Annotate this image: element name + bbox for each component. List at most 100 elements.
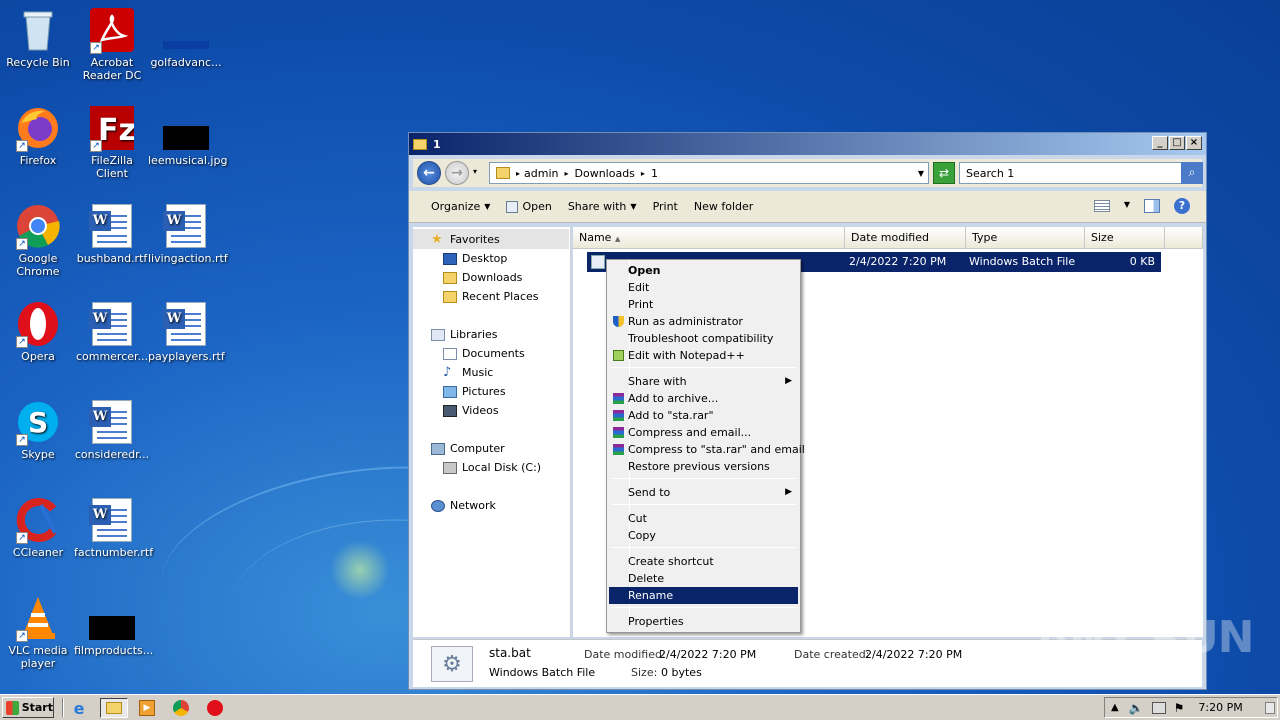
desktop-icon-skype[interactable]: S ↗ Skype (0, 398, 76, 461)
desktop-icon-label: golfadvanc... (150, 56, 222, 69)
breadcrumb-downloads[interactable]: Downloads (575, 167, 635, 180)
menu-item-add-to-rar[interactable]: Add to "sta.rar" (609, 407, 798, 424)
action-center-flag-icon[interactable]: ⚑ (1174, 701, 1185, 715)
menu-item-properties[interactable]: Properties (609, 613, 798, 630)
menu-item-compress-email[interactable]: Compress and email... (609, 424, 798, 441)
desktop-icon-acrobat[interactable]: ↗ Acrobat Reader DC (74, 6, 150, 82)
view-options-icon[interactable] (1094, 200, 1110, 212)
menu-item-print[interactable]: Print (609, 296, 798, 313)
nav-recent-places[interactable]: Recent Places (443, 290, 539, 303)
volume-icon[interactable]: 🔈 (1129, 701, 1144, 715)
desktop-icon-recycle-bin[interactable]: Recycle Bin (0, 6, 76, 69)
open-button[interactable]: Open (498, 200, 559, 213)
recent-pages-chevron-icon[interactable]: ▾ (473, 167, 477, 176)
menu-item-create-shortcut[interactable]: Create shortcut (609, 553, 798, 570)
network-tray-icon[interactable] (1151, 701, 1166, 714)
column-date[interactable]: Date modified (845, 227, 966, 249)
desktop-icon-leemusical[interactable]: leemusical.jpg (148, 104, 227, 167)
help-icon[interactable]: ? (1174, 198, 1190, 214)
explorer-window[interactable]: 1 _ □ × ← → ▾ ▸ admin ▸ Downloads ▸ 1 ▼ … (408, 132, 1207, 690)
chevron-right-icon[interactable]: ▸ (641, 169, 645, 178)
menu-item-cut[interactable]: Cut (609, 510, 798, 527)
minimize-button[interactable]: _ (1152, 136, 1168, 150)
chevron-down-icon[interactable]: ▼ (1124, 200, 1130, 209)
show-desktop-button[interactable] (1265, 702, 1275, 714)
menu-item-edit[interactable]: Edit (609, 279, 798, 296)
column-name[interactable]: Name ▲ (573, 227, 845, 249)
column-size[interactable]: Size (1085, 227, 1165, 249)
desktop-icon-opera[interactable]: ↗ Opera (0, 300, 76, 363)
search-input[interactable]: Search 1 ⌕ (959, 162, 1203, 184)
address-dropdown-icon[interactable]: ▼ (918, 169, 924, 178)
menu-item-share-with[interactable]: Share with ▶ (609, 373, 798, 390)
desktop-icon-filmproducts[interactable]: filmproducts... (74, 594, 153, 657)
desktop-icon-bushband[interactable]: W bushband.rtf (74, 202, 150, 265)
nav-desktop[interactable]: Desktop (443, 252, 507, 265)
nav-favorites[interactable]: ★ Favorites (431, 233, 500, 247)
start-button[interactable]: Start (2, 697, 54, 718)
nav-computer[interactable]: Computer (431, 442, 505, 455)
desktop-icon-vlc[interactable]: ↗ VLC media player (0, 594, 76, 670)
nav-pictures[interactable]: Pictures (443, 385, 506, 398)
menu-item-open[interactable]: Open (609, 262, 798, 279)
desktop-icon-ccleaner[interactable]: ↗ CCleaner (0, 496, 76, 559)
nav-downloads[interactable]: Downloads (443, 271, 522, 284)
window-titlebar[interactable]: 1 _ □ × (409, 133, 1206, 155)
preview-pane-icon[interactable] (1144, 199, 1160, 213)
desktop-icon-filezilla[interactable]: Fz ↗ FileZilla Client (74, 104, 150, 180)
share-with-button[interactable]: Share with ▼ (560, 200, 645, 213)
menu-label: Print (628, 298, 654, 311)
desktop-icon-factnumber[interactable]: W factnumber.rtf (74, 496, 153, 559)
desktop-icon-commercer[interactable]: W commercer... (74, 300, 150, 363)
new-folder-button[interactable]: New folder (686, 200, 761, 213)
column-type[interactable]: Type (966, 227, 1085, 249)
breadcrumb-current[interactable]: 1 (651, 167, 658, 180)
desktop-icon-label: commercer... (75, 350, 149, 363)
menu-item-copy[interactable]: Copy (609, 527, 798, 544)
menu-item-send-to[interactable]: Send to ▶ (609, 484, 798, 501)
nav-network[interactable]: Network (431, 499, 496, 512)
nav-local-disk[interactable]: Local Disk (C:) (443, 461, 541, 474)
back-button[interactable]: ← (417, 161, 441, 185)
search-icon[interactable]: ⌕ (1181, 162, 1203, 184)
nav-videos[interactable]: Videos (443, 404, 499, 417)
desktop-icon-golfadvanc[interactable]: golfadvanc... (148, 6, 224, 69)
close-button[interactable]: × (1186, 136, 1202, 150)
nav-documents[interactable]: Documents (443, 347, 525, 360)
menu-item-edit-notepadpp[interactable]: Edit with Notepad++ (609, 347, 798, 364)
print-button[interactable]: Print (645, 200, 686, 213)
details-date-created: 2/4/2022 7:20 PM (865, 648, 963, 661)
address-box[interactable]: ▸ admin ▸ Downloads ▸ 1 ▼ (489, 162, 929, 184)
media-player-taskbar-icon[interactable]: ▶ (136, 698, 158, 718)
clock[interactable]: 7:20 PM (1198, 701, 1242, 714)
show-hidden-icons-icon[interactable]: ▲ (1111, 702, 1119, 713)
menu-item-add-to-archive[interactable]: Add to archive... (609, 390, 798, 407)
details-label: Size: (631, 666, 658, 679)
breadcrumb-admin[interactable]: admin (524, 167, 558, 180)
maximize-button[interactable]: □ (1169, 136, 1185, 150)
forward-button[interactable]: → (445, 161, 469, 185)
organize-button[interactable]: Organize ▼ (423, 200, 498, 213)
menu-item-troubleshoot[interactable]: Troubleshoot compatibility (609, 330, 798, 347)
ie-taskbar-icon[interactable]: e (68, 698, 90, 718)
menu-item-compress-rar-email[interactable]: Compress to "sta.rar" and email (609, 441, 805, 458)
nav-label: Recent Places (462, 290, 539, 303)
chrome-taskbar-icon[interactable] (170, 698, 192, 718)
explorer-taskbar-button[interactable] (100, 698, 128, 718)
desktop-icon-consideredr[interactable]: W consideredr... (74, 398, 150, 461)
menu-item-run-as-admin[interactable]: Run as administrator (609, 313, 798, 330)
refresh-icon[interactable]: ⇄ (933, 162, 955, 184)
chevron-right-icon[interactable]: ▸ (516, 169, 520, 178)
desktop-icon-firefox[interactable]: ↗ Firefox (0, 104, 76, 167)
menu-item-restore-previous[interactable]: Restore previous versions (609, 458, 798, 475)
desktop-icon-payplayers[interactable]: W payplayers.rtf (148, 300, 225, 363)
opera-taskbar-icon[interactable] (204, 698, 226, 718)
menu-item-rename[interactable]: Rename (609, 587, 798, 604)
desktop-icon (443, 252, 457, 265)
chevron-right-icon[interactable]: ▸ (564, 169, 568, 178)
nav-libraries[interactable]: Libraries (431, 328, 498, 341)
desktop-icon-chrome[interactable]: ↗ Google Chrome (0, 202, 76, 278)
menu-item-delete[interactable]: Delete (609, 570, 798, 587)
desktop-icon-livingaction[interactable]: W livingaction.rtf (148, 202, 228, 265)
nav-music[interactable]: ♪ Music (443, 366, 493, 380)
